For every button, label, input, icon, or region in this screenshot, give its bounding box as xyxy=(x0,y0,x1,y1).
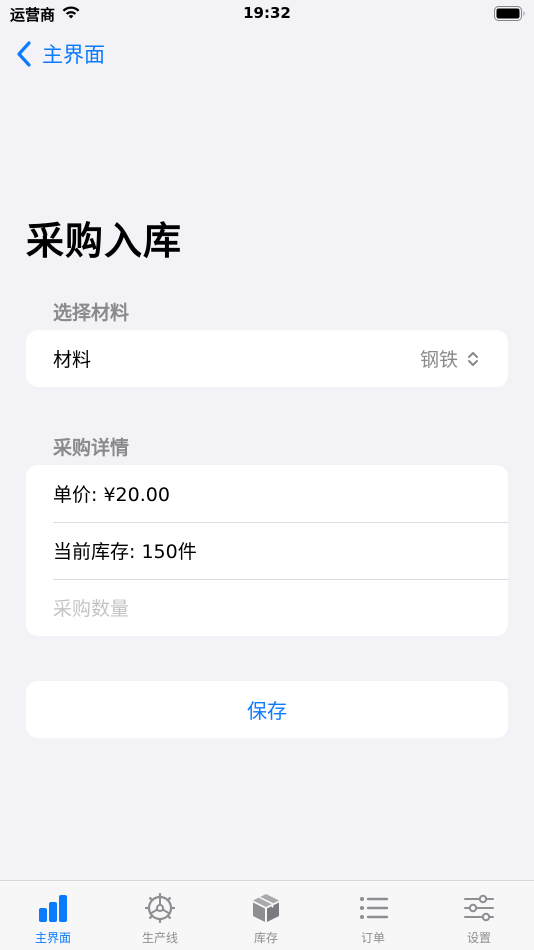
sliders-icon xyxy=(464,894,494,922)
tab-home[interactable]: 主界面 xyxy=(8,891,98,949)
details-card: 单价: ¥20.00 当前库存: 150件 采购数量 xyxy=(26,465,508,636)
tab-label: 订单 xyxy=(360,931,385,945)
battery-icon xyxy=(494,6,525,21)
material-picker-row[interactable]: 材料 钢铁 xyxy=(26,330,508,387)
tab-orders[interactable]: 订单 xyxy=(328,891,418,949)
page-title: 采购入库 xyxy=(26,219,183,263)
quantity-input[interactable]: 采购数量 xyxy=(26,579,508,636)
back-button[interactable]: 主界面 xyxy=(14,38,105,70)
tab-bar: 主界面 生产线 库存 订单 设置 xyxy=(0,880,534,950)
material-section-header: 选择材料 xyxy=(53,302,130,324)
tab-label: 主界面 xyxy=(34,931,71,945)
back-button-label: 主界面 xyxy=(42,43,105,67)
material-label: 材料 xyxy=(53,349,92,371)
screen: 运营商 19:32 主界面 采购入库 选择材料 材料 钢铁 采购详情 单价: ¥… xyxy=(0,0,534,950)
current-stock-row: 当前库存: 150件 xyxy=(26,522,508,579)
material-value: 钢铁 xyxy=(419,349,458,371)
box-icon xyxy=(253,894,279,922)
tab-label: 设置 xyxy=(466,931,491,945)
list-icon xyxy=(360,897,389,919)
save-button[interactable]: 保存 xyxy=(26,681,508,738)
tab-inventory[interactable]: 库存 xyxy=(221,891,311,949)
details-section-header: 采购详情 xyxy=(53,437,130,459)
tab-label: 库存 xyxy=(253,931,278,945)
quantity-placeholder: 采购数量 xyxy=(53,598,130,620)
chevron-up-down-icon xyxy=(468,351,478,366)
current-stock-text: 当前库存: 150件 xyxy=(53,541,197,563)
status-time: 19:32 xyxy=(243,4,291,22)
tab-label: 生产线 xyxy=(141,931,178,945)
chevron-left-icon xyxy=(17,41,31,67)
chart-bar-icon xyxy=(39,895,67,922)
tab-settings[interactable]: 设置 xyxy=(434,891,524,949)
material-picker[interactable]: 钢铁 xyxy=(420,330,480,387)
material-card: 材料 钢铁 xyxy=(26,330,508,387)
unit-price-text: 单价: ¥20.00 xyxy=(53,484,170,506)
unit-price-row: 单价: ¥20.00 xyxy=(26,465,508,522)
tab-production-line[interactable]: 生产线 xyxy=(115,891,205,949)
steering-wheel-icon xyxy=(144,892,176,924)
status-bar: 运营商 19:32 xyxy=(0,0,534,30)
